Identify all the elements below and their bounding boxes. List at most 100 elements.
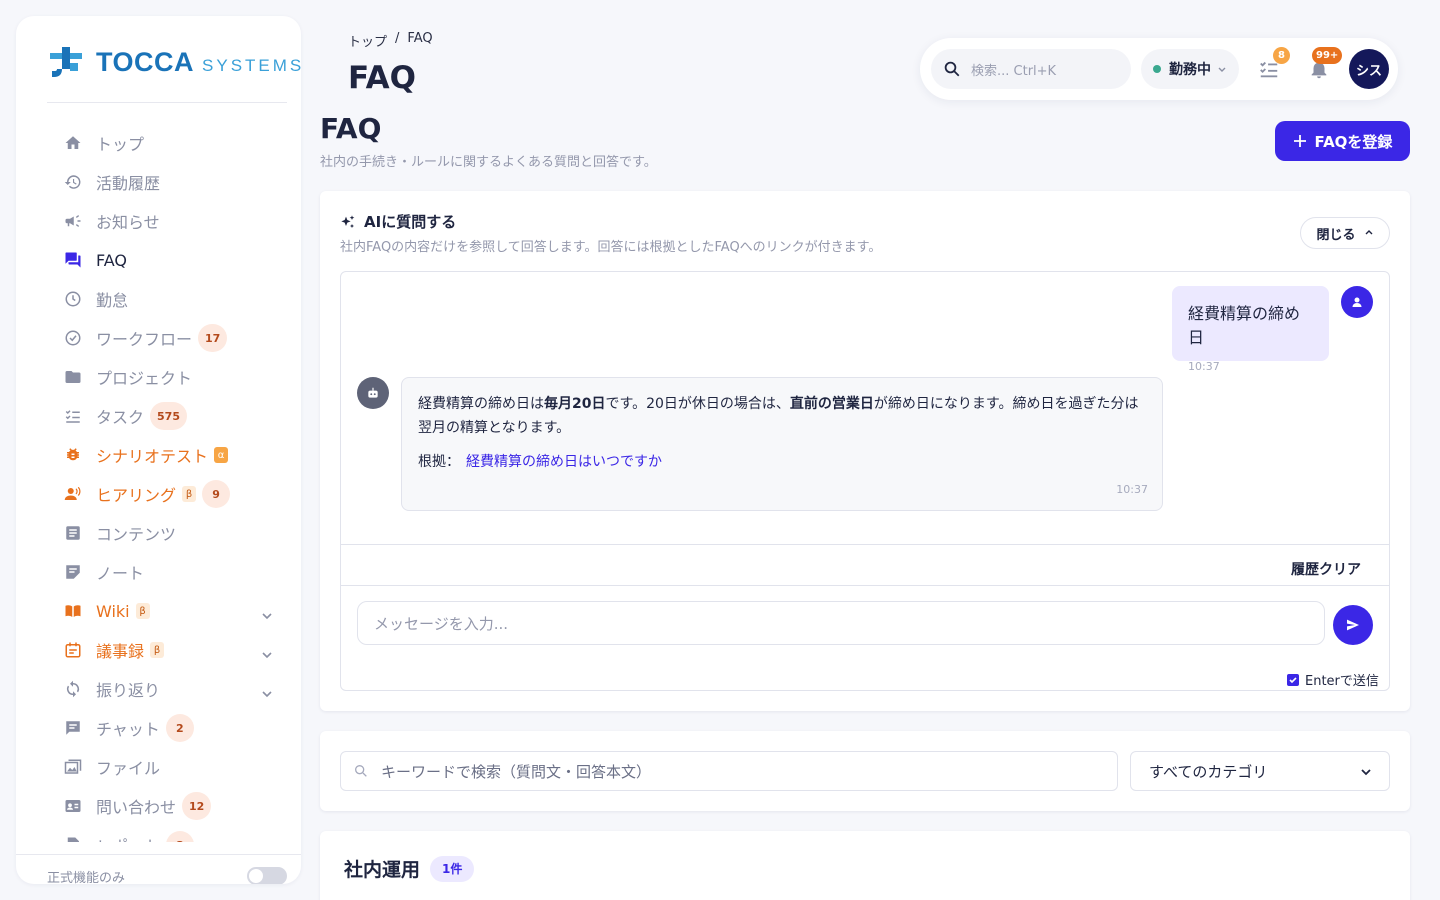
register-faq-button[interactable]: FAQを登録 (1275, 121, 1410, 161)
sidebar-item-label: プロジェクト (96, 369, 193, 388)
page-title: FAQ (320, 112, 382, 145)
article-icon (62, 522, 84, 544)
count-badge: 3 (166, 831, 195, 842)
alpha-tag: α (214, 447, 229, 463)
faq-category-section: 社内運用 1件 (320, 831, 1410, 900)
ai-question-panel: AIに質問する 社内FAQの内容だけを参照して回答します。回答には根拠としたFA… (320, 191, 1410, 711)
sidebar-item-wiki[interactable]: Wiki β (62, 597, 150, 625)
sidebar-item-file[interactable]: ファイル (62, 753, 160, 781)
category-select-value: すべてのカテゴリ (1149, 762, 1268, 781)
user-avatar[interactable]: シス (1349, 49, 1389, 89)
sidebar-item-contents[interactable]: コンテンツ (62, 519, 176, 547)
sidebar-item-label: シナリオテスト (96, 447, 209, 466)
ai-panel-title: AIに質問する (340, 211, 456, 232)
breadcrumb-separator: / (395, 31, 400, 46)
divider (341, 544, 1389, 545)
enter-to-send-option[interactable]: Enterで送信 (1287, 670, 1379, 689)
sidebar-item-project[interactable]: プロジェクト (62, 363, 192, 391)
count-badge: 17 (198, 324, 228, 352)
enter-to-send-checkbox[interactable] (1287, 673, 1299, 686)
faq-filter-panel: キーワードで検索（質問文・回答本文） すべてのカテゴリ (320, 731, 1410, 811)
official-only-label: 正式機能のみ (47, 871, 126, 884)
logo-icon (48, 44, 84, 80)
sidebar-item-chat[interactable]: チャット 2 (62, 714, 194, 742)
sidebar-item-label: お知らせ (96, 213, 160, 232)
header-title: FAQ (348, 60, 416, 96)
section-title: 社内運用 (344, 859, 421, 881)
ai-panel-title-text: AIに質問する (364, 213, 457, 231)
message-input[interactable]: メッセージを入力... (357, 601, 1325, 645)
sidebar-item-label: 問い合わせ (96, 798, 177, 817)
clear-history-button[interactable]: 履歴クリア (1291, 559, 1361, 579)
search-placeholder: 検索... Ctrl+K (971, 63, 1057, 79)
note-icon (62, 561, 84, 583)
status-dot (1153, 65, 1161, 73)
sidebar-item-task[interactable]: タスク 575 (62, 402, 187, 430)
plus-icon (1293, 135, 1306, 147)
sidebar-item-hearing[interactable]: ヒアリング β 9 (62, 480, 231, 508)
bot-message: 経費精算の締め日は毎月20日です。20日が休日の場合は、直前の営業日が締め日にな… (401, 377, 1163, 511)
section-count-badge: 1件 (430, 855, 475, 882)
tasks-badge: 8 (1273, 47, 1290, 64)
chevron-down-icon[interactable] (260, 648, 274, 662)
sidebar-item-label: コンテンツ (96, 525, 177, 544)
sidebar-item-label: Wiki (96, 601, 130, 621)
bot-message-source: 根拠： 経費精算の締め日はいつですか (418, 450, 1146, 474)
chat-log: 経費精算の締め日 10:37 経費精算の締め日は毎月20日です。20日が休日の場… (340, 271, 1390, 691)
sidebar-item-label: 勤怠 (96, 291, 129, 310)
sidebar-item-news[interactable]: お知らせ (62, 207, 160, 235)
checklist-icon (62, 405, 84, 427)
sidebar-item-scenario-test[interactable]: シナリオテスト α (62, 441, 229, 469)
official-only-toggle[interactable] (247, 867, 287, 884)
sidebar-item-label: ファイル (96, 759, 161, 778)
breadcrumb-home[interactable]: トップ (348, 31, 387, 50)
forum-icon (62, 249, 84, 271)
bot-text-emphasis: 毎月20日 (544, 396, 606, 412)
keyword-search-input[interactable]: キーワードで検索（質問文・回答本文） (340, 751, 1118, 791)
clock-icon (62, 288, 84, 310)
count-badge: 9 (202, 480, 231, 508)
megaphone-icon (62, 210, 84, 232)
sidebar-item-minutes[interactable]: 議事録 β (62, 636, 165, 664)
send-button[interactable] (1333, 605, 1373, 645)
sidebar-item-inquiry[interactable]: 問い合わせ 12 (62, 792, 212, 820)
sidebar-item-note[interactable]: ノート (62, 558, 144, 586)
close-ai-panel-button[interactable]: 閉じる (1300, 217, 1390, 249)
sidebar-item-activity[interactable]: 活動履歴 (62, 168, 160, 196)
beta-tag: β (182, 486, 197, 502)
user-message-text: 経費精算の締め日 (1188, 304, 1301, 347)
register-faq-label: FAQを登録 (1314, 132, 1393, 151)
category-select[interactable]: すべてのカテゴリ (1130, 751, 1390, 791)
sidebar-item-attendance[interactable]: 勤怠 (62, 285, 128, 313)
count-badge: 575 (150, 402, 187, 430)
chevron-down-icon (1218, 67, 1226, 72)
sidebar-item-top[interactable]: トップ (62, 129, 144, 157)
breadcrumb: トップ / FAQ (348, 31, 433, 50)
status-label: 勤務中 (1169, 62, 1211, 78)
sidebar-item-retrospective[interactable]: 振り返り (62, 675, 160, 703)
chat-icon (62, 717, 84, 739)
sidebar-item-report[interactable]: レポート 3 (62, 831, 195, 842)
image-icon (62, 756, 84, 778)
sidebar-item-label: 議事録 (96, 642, 145, 661)
chevron-down-icon[interactable] (260, 609, 274, 623)
page-subtitle: 社内の手続き・ルールに関するよくある質問と回答です。 (320, 155, 657, 170)
brand-logo[interactable]: TOCCA SYSTEMS (48, 44, 301, 80)
contact-card-icon (62, 795, 84, 817)
source-faq-link[interactable]: 経費精算の締め日はいつですか (466, 450, 662, 474)
divider (341, 585, 1389, 586)
count-badge: 12 (182, 792, 212, 820)
sidebar-footer: 正式機能のみ (16, 854, 301, 884)
divider (47, 102, 287, 103)
work-status-dropdown[interactable]: 勤務中 (1141, 49, 1239, 89)
section-heading: 社内運用 1件 (344, 855, 475, 882)
chevron-down-icon[interactable] (260, 687, 274, 701)
sidebar-item-workflow[interactable]: ワークフロー 17 (62, 324, 228, 352)
sidebar-item-faq[interactable]: FAQ (62, 246, 127, 274)
beta-tag: β (150, 642, 165, 658)
book-icon (62, 600, 84, 622)
sidebar-item-label: チャット (96, 720, 160, 739)
sidebar-item-label: FAQ (96, 250, 127, 270)
global-search[interactable]: 検索... Ctrl+K (931, 49, 1131, 89)
send-icon (1347, 619, 1359, 631)
